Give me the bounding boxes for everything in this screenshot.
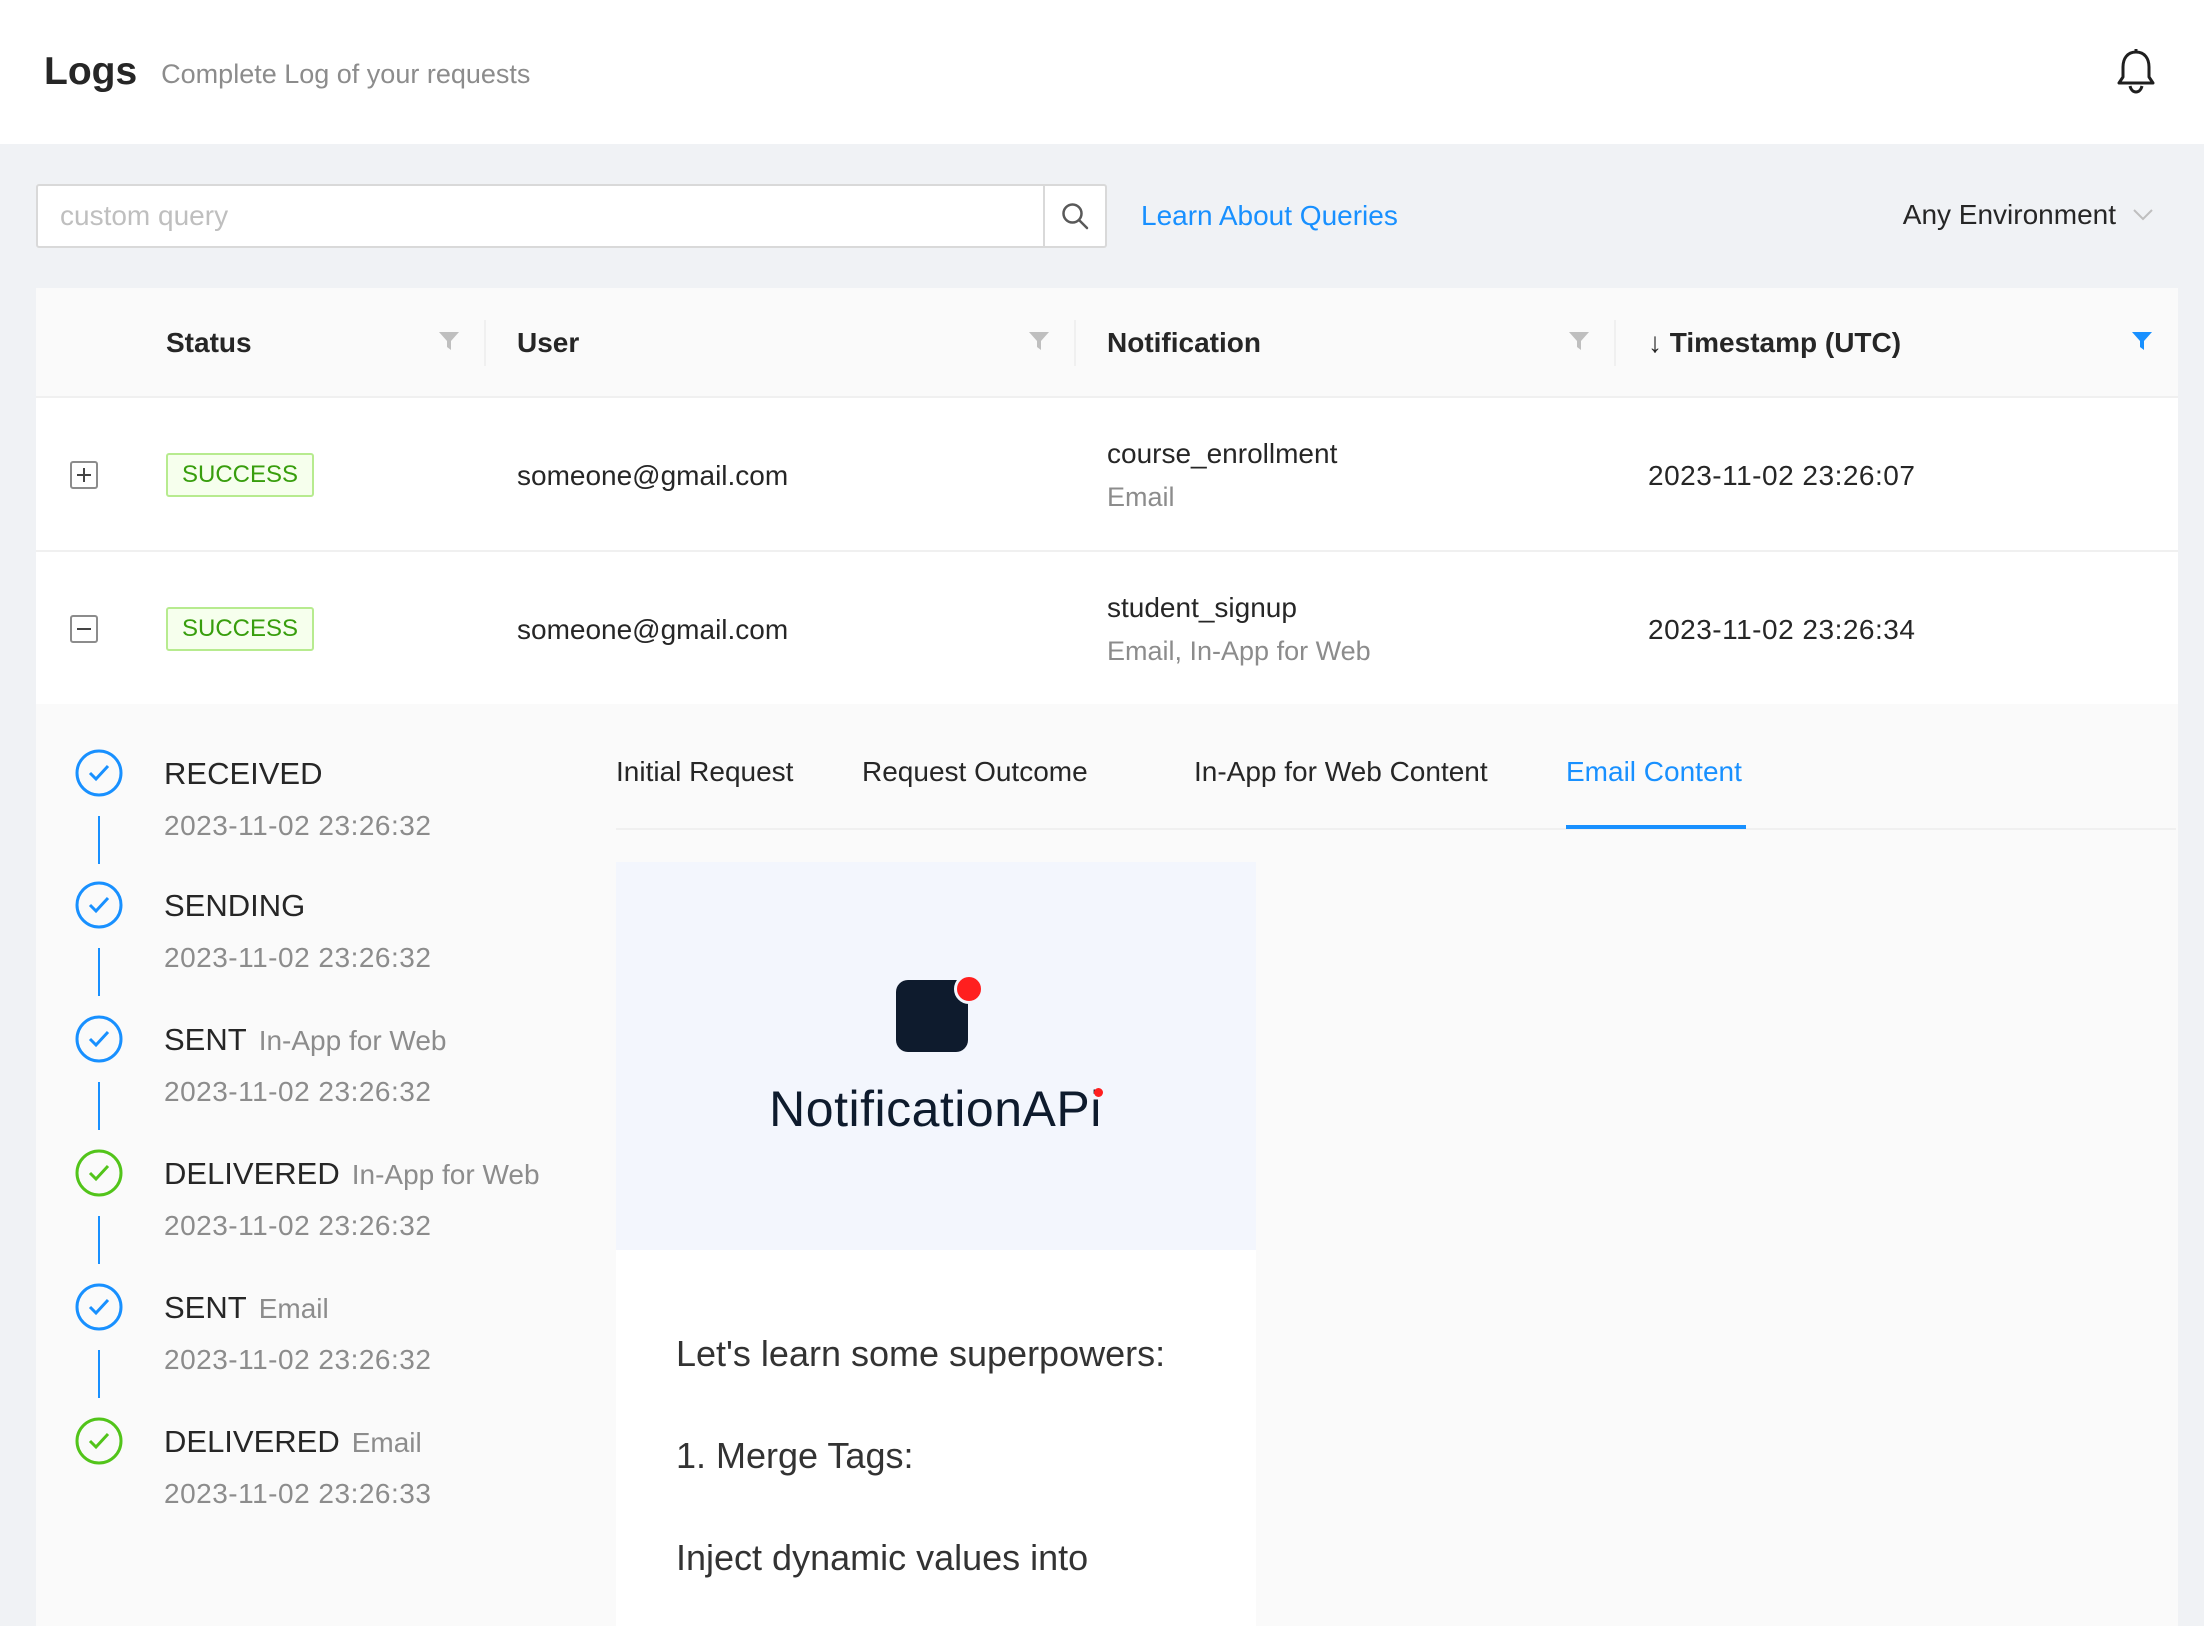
brand-name: NotificationAPi [769, 1081, 1103, 1137]
column-timestamp[interactable]: ↓ Timestamp (UTC) [1648, 288, 1901, 398]
check-circle-icon [75, 1149, 123, 1197]
column-status: Status [166, 327, 252, 358]
notification-filter-icon[interactable] [1568, 330, 1590, 352]
page-subtitle: Complete Log of your requests [161, 58, 531, 89]
timestamp-filter-icon[interactable] [2131, 330, 2153, 352]
active-tab-indicator [1566, 825, 1746, 829]
chevron-down-icon [2133, 209, 2153, 221]
check-circle-icon [75, 1417, 123, 1465]
timeline-connector [98, 1216, 100, 1264]
timeline-event: SENT In-App for Web [164, 1022, 447, 1057]
timeline-time: 2023-11-02 23:26:32 [164, 1344, 432, 1375]
check-circle-icon [75, 881, 123, 929]
timestamp: 2023-11-02 23:26:07 [1648, 460, 1916, 491]
collapse-row-button[interactable] [70, 615, 98, 643]
expand-row-button[interactable] [70, 461, 98, 489]
search-button[interactable] [1043, 186, 1105, 246]
timeline-event: SENDING [164, 888, 306, 923]
timeline-connector [98, 1350, 100, 1398]
column-user: User [517, 327, 580, 358]
detail-tabs: Initial Request Request Outcome In-App f… [616, 704, 2176, 830]
column-divider [484, 320, 486, 366]
bell-icon[interactable] [2114, 48, 2158, 94]
timeline-time: 2023-11-02 23:26:32 [164, 810, 432, 841]
timeline-time: 2023-11-02 23:26:32 [164, 942, 432, 973]
timeline-time: 2023-11-02 23:26:32 [164, 1076, 432, 1107]
timeline-event: DELIVERED In-App for Web [164, 1156, 540, 1191]
timeline-connector [98, 948, 100, 996]
timeline-connector [98, 816, 100, 864]
search-icon [1062, 203, 1089, 230]
user-filter-icon[interactable] [1028, 330, 1050, 352]
table-row[interactable]: SUCCESS someone@gmail.com course_enrollm… [36, 398, 2178, 552]
tab-initial-request[interactable]: Initial Request [616, 756, 793, 788]
column-divider [1614, 320, 1616, 366]
timeline-time: 2023-11-02 23:26:32 [164, 1210, 432, 1241]
column-divider [1074, 320, 1076, 366]
check-circle-icon [75, 749, 123, 797]
environment-value: Any Environment [1902, 199, 2116, 230]
page-header: Logs Complete Log of your requests [0, 0, 2204, 144]
timestamp: 2023-11-02 23:26:34 [1648, 614, 1916, 645]
email-paragraph: Inject dynamic values into [676, 1537, 1089, 1578]
user-email: someone@gmail.com [517, 614, 789, 645]
row-details: RECEIVED 2023-11-02 23:26:32 SENDING 202… [36, 704, 2178, 1626]
email-body: Let's learn some superpowers: 1. Merge T… [676, 1332, 1216, 1626]
email-preview: NotificationAPi Let's learn some superpo… [616, 862, 1256, 1626]
tab-in-app-web-content[interactable]: In-App for Web Content [1194, 756, 1488, 788]
notification-name: student_signup [1107, 592, 1297, 623]
tab-email-content[interactable]: Email Content [1566, 756, 1742, 788]
learn-about-queries-link[interactable]: Learn About Queries [1141, 200, 1398, 232]
status-filter-icon[interactable] [438, 330, 460, 352]
table-row[interactable]: SUCCESS someone@gmail.com student_signup… [36, 552, 2178, 706]
timeline-event: RECEIVED [164, 756, 323, 791]
timeline-time: 2023-11-02 23:26:33 [164, 1478, 432, 1509]
timeline-connector [98, 1082, 100, 1130]
custom-query-input[interactable] [38, 186, 1043, 246]
check-circle-icon [75, 1015, 123, 1063]
email-banner: NotificationAPi [616, 862, 1256, 1250]
tab-request-outcome[interactable]: Request Outcome [862, 756, 1088, 788]
notification-name: course_enrollment [1107, 438, 1338, 469]
user-email: someone@gmail.com [517, 460, 789, 491]
search-box [36, 184, 1107, 248]
logo-notification-dot [954, 974, 984, 1004]
email-paragraph: 1. Merge Tags: [676, 1435, 914, 1476]
logs-table: Status User Notification ↓ Timestamp (UT… [36, 288, 2178, 1626]
column-notification: Notification [1107, 327, 1261, 358]
timeline-event: DELIVERED Email [164, 1424, 422, 1459]
environment-select[interactable]: Any Environment [1903, 199, 2154, 231]
check-circle-icon [75, 1283, 123, 1331]
notification-channels: Email, In-App for Web [1107, 636, 1371, 666]
email-paragraph: Let's learn some superpowers: [676, 1333, 1166, 1374]
page-title: Logs [44, 50, 138, 93]
status-badge: SUCCESS [166, 453, 315, 497]
timeline-event: SENT Email [164, 1290, 329, 1325]
tabs-divider [616, 828, 2176, 830]
table-header: Status User Notification ↓ Timestamp (UT… [36, 288, 2178, 398]
notification-channels: Email [1107, 482, 1175, 512]
status-badge: SUCCESS [166, 607, 315, 651]
